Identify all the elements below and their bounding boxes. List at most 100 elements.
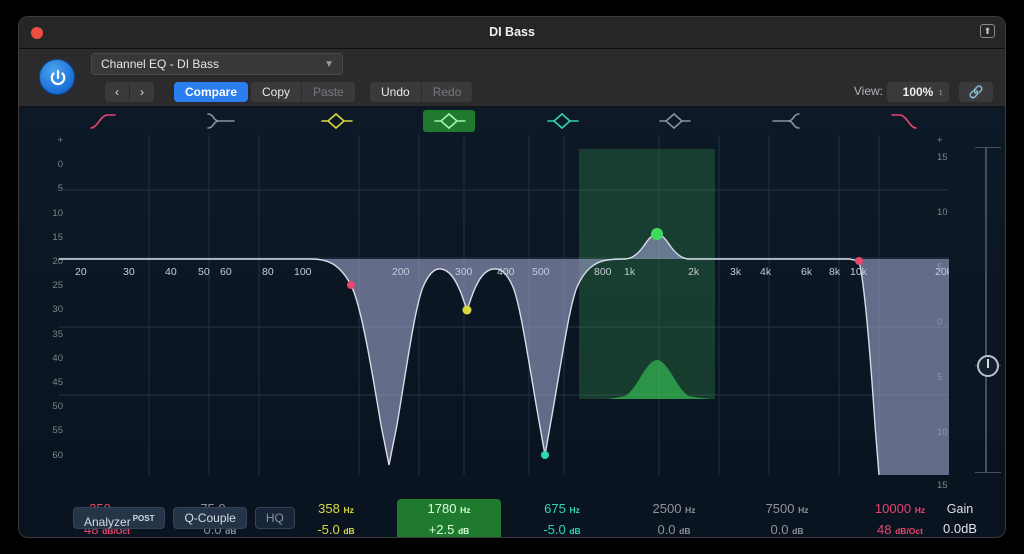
unit: dB <box>792 526 804 536</box>
copy-paste-group: Copy Paste <box>251 82 355 102</box>
preset-name: Channel EQ - DI Bass <box>101 57 220 71</box>
hq-button[interactable]: HQ <box>254 507 295 529</box>
gain-tick <box>975 147 1001 148</box>
unit: dB <box>679 526 691 536</box>
band-frequency-7[interactable]: 7500 Hz <box>735 499 839 520</box>
band-frequency-4[interactable]: 1780 Hz <box>397 499 501 520</box>
title-bar: DI Bass ⬆ <box>19 17 1005 49</box>
band-type-button-6[interactable] <box>648 110 700 132</box>
unit: Hz <box>914 505 926 515</box>
highpass-icon <box>90 114 116 129</box>
unit: Hz <box>569 505 580 515</box>
view-zoom-stepper[interactable]: 100% ↕ <box>887 82 949 102</box>
copy-button[interactable]: Copy <box>251 82 302 102</box>
freq-tick-label: 8k <box>829 266 841 278</box>
band-type-button-7[interactable] <box>761 110 813 132</box>
freq-tick-label: 4k <box>760 266 772 278</box>
freq-tick-label: 1k <box>624 266 636 278</box>
band-gain-5[interactable]: -5.0 dB <box>510 520 614 537</box>
bell-icon <box>547 112 579 130</box>
window-title: DI Bass <box>489 25 535 39</box>
unit: Hz <box>343 505 354 515</box>
q-couple-button[interactable]: Q-Couple <box>173 507 247 529</box>
next-preset-button[interactable]: › <box>130 82 154 102</box>
gridlines <box>59 189 949 396</box>
prev-preset-button[interactable]: ‹ <box>105 82 129 102</box>
freq-tick-label: 200 <box>392 266 410 278</box>
view-label: View: <box>853 84 883 98</box>
band-params-5[interactable]: 675 Hz-5.0 dB2.50 <box>510 499 614 537</box>
preset-menu[interactable]: Channel EQ - DI Bass ▼ <box>91 53 343 75</box>
master-gain-knob[interactable] <box>977 355 999 377</box>
band-gain-4[interactable]: +2.5 dB <box>397 520 501 537</box>
freq-tick-label: 800 <box>594 266 612 278</box>
value: 7500 <box>765 501 795 516</box>
band-frequency-8[interactable]: 10000 Hz <box>848 499 952 520</box>
unit: dB <box>457 526 470 536</box>
band-params-7[interactable]: 7500 Hz0.0 dB1.00 <box>735 499 839 537</box>
value: 1780 <box>427 501 457 516</box>
freq-tick-label: 60 <box>220 266 232 278</box>
band-type-button-5[interactable] <box>536 110 588 132</box>
freq-tick-label: 100 <box>294 266 312 278</box>
band-frequency-5[interactable]: 675 Hz <box>510 499 614 520</box>
master-gain-slider[interactable] <box>985 147 987 472</box>
mode-tag: POST <box>132 514 155 523</box>
band-handle-3[interactable] <box>462 305 472 315</box>
value: 2500 <box>652 501 682 516</box>
band-type-button-2[interactable] <box>194 110 246 132</box>
redo-button[interactable]: Redo <box>421 82 473 102</box>
freq-tick-label: 80 <box>262 266 274 278</box>
value: 0.0 <box>770 522 789 537</box>
band-frequency-3[interactable]: 358 Hz <box>284 499 388 520</box>
bottom-button-row: Analyzer POST Q-Couple HQ <box>73 507 295 529</box>
view-zoom-value: 100% <box>902 85 934 99</box>
toolbar: Channel EQ - DI Bass ▼ ‹ › Compare Copy … <box>19 49 1005 107</box>
analyzer-button[interactable]: Analyzer POST <box>73 507 166 529</box>
unit: dB <box>569 526 581 536</box>
band-gain-8[interactable]: 48 dB/Oct <box>848 520 952 537</box>
undo-button[interactable]: Undo <box>370 82 421 102</box>
band-type-button-1[interactable] <box>81 110 133 132</box>
paste-button[interactable]: Paste <box>302 82 355 102</box>
bell-icon <box>434 112 466 130</box>
band-gain-6[interactable]: 0.0 dB <box>622 520 726 537</box>
band-params-6[interactable]: 2500 Hz0.0 dB0.20 <box>622 499 726 537</box>
label: HQ <box>265 511 284 525</box>
freq-tick-label: 20 <box>75 266 87 278</box>
freq-tick-label: 300 <box>455 266 473 278</box>
unit: dB <box>343 526 355 536</box>
freq-tick-label: 3k <box>730 266 742 278</box>
value: -5.0 <box>317 522 340 537</box>
freq-tick-label: 2k <box>688 266 700 278</box>
band-gain-7[interactable]: 0.0 dB <box>735 520 839 537</box>
band-params-4[interactable]: 1780 Hz+2.5 dB4.00 <box>397 499 501 537</box>
band-params-8[interactable]: 10000 Hz48 dB/Oct0.71 <box>848 499 952 537</box>
nav-group: ‹ › <box>105 82 154 102</box>
link-icon[interactable]: 🔗 <box>959 82 993 102</box>
expand-icon[interactable]: ⬆ <box>980 24 995 38</box>
eq-curve-graph[interactable]: 20 30 40 50 60 80 100 200 300 400 500 800 1k 2k 3k 4k 6k… <box>59 135 949 475</box>
band-frequency-6[interactable]: 2500 Hz <box>622 499 726 520</box>
band-type-button-4[interactable] <box>423 110 475 132</box>
band-type-button-8[interactable] <box>874 110 926 132</box>
power-icon <box>50 69 66 86</box>
band-handle-1[interactable] <box>347 281 355 289</box>
compare-button[interactable]: Compare <box>174 82 249 102</box>
stepper-arrows-icon: ↕ <box>938 87 944 97</box>
band-handle-5[interactable] <box>541 451 549 459</box>
plugin-window: DI Bass ⬆ Channel EQ - DI Bass ▼ ‹ › Com… <box>18 16 1006 538</box>
freq-tick-label: 30 <box>123 266 135 278</box>
band-handle-8[interactable] <box>855 257 863 265</box>
unit: Hz <box>685 505 696 515</box>
band-type-button-3[interactable] <box>310 110 362 132</box>
band-params-3[interactable]: 358 Hz-5.0 dB2.50 <box>284 499 388 537</box>
freq-tick-label: 6k <box>801 266 813 278</box>
freq-tick-label: 500 <box>532 266 550 278</box>
band-gain-3[interactable]: -5.0 dB <box>284 520 388 537</box>
band-handle-4[interactable] <box>651 228 663 240</box>
high-shelf-icon <box>772 113 800 129</box>
unit: Hz <box>460 505 471 515</box>
power-button[interactable] <box>39 59 75 95</box>
eq-display[interactable]: +051015202530354045505560 +15105051015− <box>19 107 1005 508</box>
